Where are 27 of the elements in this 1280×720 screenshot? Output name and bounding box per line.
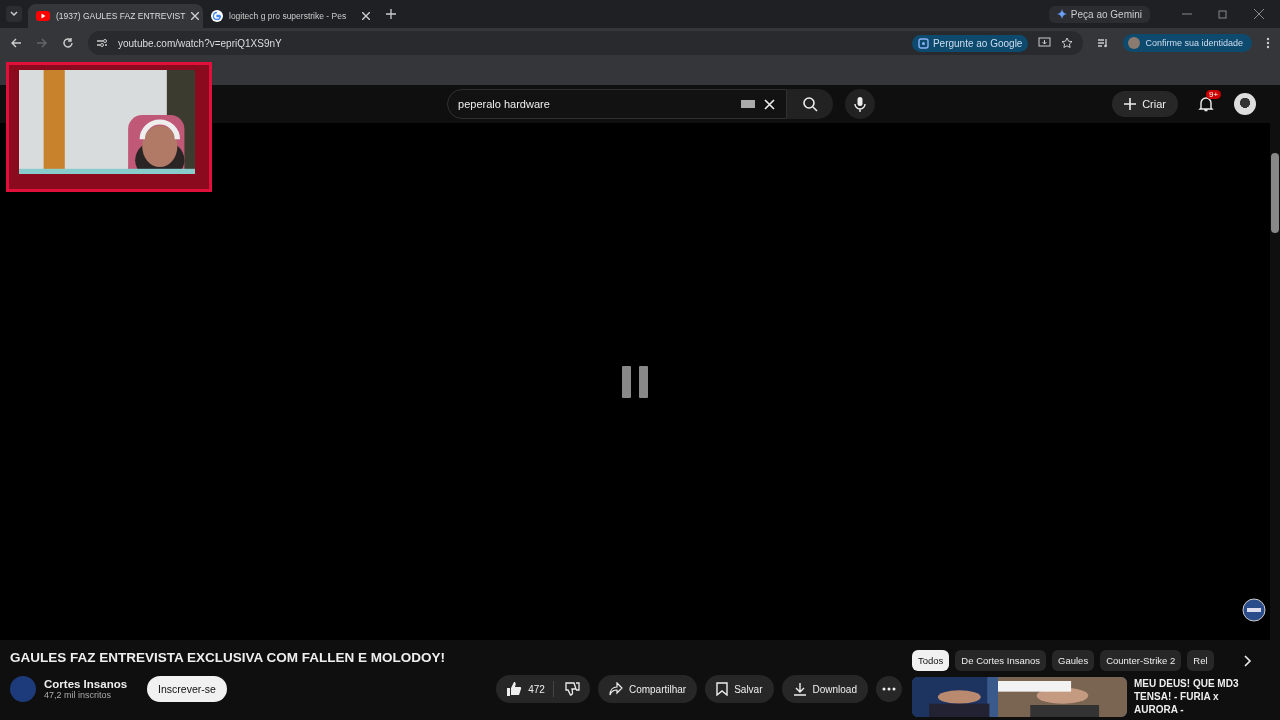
filter-chip[interactable]: Counter-Strike 2 (1100, 650, 1182, 671)
share-button[interactable]: Compartilhar (597, 675, 698, 703)
like-dislike-group[interactable]: 472 (496, 675, 590, 703)
channel-name[interactable]: Cortes Insanos (44, 678, 128, 690)
subscribe-button[interactable]: Inscrever-se (147, 676, 227, 702)
save-button[interactable]: Salvar (705, 675, 774, 703)
tab[interactable]: logitech g pro superstrike - Pes (203, 4, 378, 28)
video-title: GAULES FAZ ENTREVISTA EXCLUSIVA COM FALLEN E MOLODOY! (10, 650, 446, 665)
url-text: youtube.com/watch?v=epriQ1XS9nY (118, 37, 282, 49)
gemini-button[interactable]: Peça ao Gemini (1048, 5, 1150, 23)
notification-count: 9+ (1206, 90, 1222, 99)
create-button[interactable]: Criar (1112, 91, 1178, 117)
search-field[interactable]: peperalo hardware (447, 89, 788, 119)
filter-chip[interactable]: Rel (1187, 650, 1214, 671)
filter-chip[interactable]: Todos (912, 650, 950, 671)
subscriber-count: 47,2 mil inscritos (44, 690, 113, 700)
ask-google-button[interactable]: Pergunte ao Google (911, 34, 1029, 52)
address-bar[interactable]: youtube.com/watch?v=epriQ1XS9nY Pergunte ao Google (88, 31, 1084, 55)
profile-button[interactable]: Confirme sua identidade (1123, 34, 1252, 52)
tab[interactable]: (1937) GAULES FAZ ENTREVIST (28, 4, 203, 28)
download-button[interactable]: Download (781, 675, 868, 703)
like-button[interactable]: 472 (496, 681, 554, 697)
filter-chip[interactable]: De Cortes Insanos (955, 650, 1047, 671)
tab-title: logitech g pro superstrike - Pes (229, 11, 348, 21)
tab-title: (1937) GAULES FAZ ENTREVIST (56, 11, 186, 21)
recommended-video-title[interactable]: MEU DEUS! QUE MD3 TENSA! - FURIA x AURORA - (1134, 677, 1254, 717)
filter-chip[interactable]: Gaules (1052, 650, 1095, 671)
